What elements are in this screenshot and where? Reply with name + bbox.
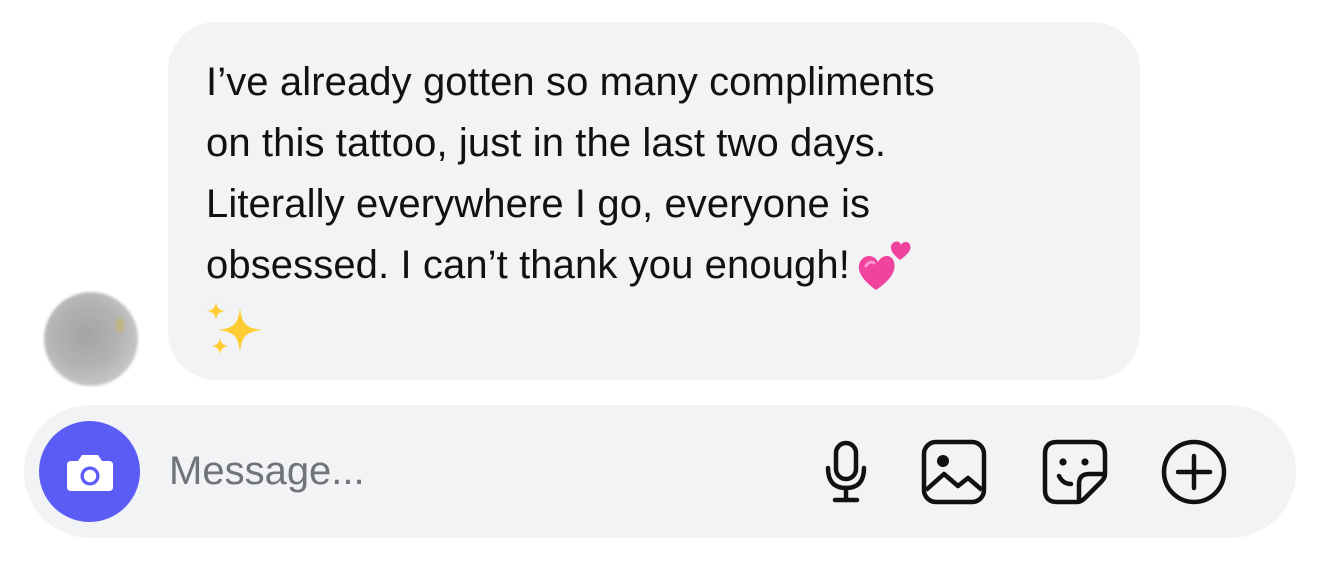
- message-line: Literally everywhere I go, everyone is: [206, 182, 871, 226]
- message-bubble[interactable]: I’ve already gotten so many compliments …: [168, 22, 1140, 380]
- message-line: obsessed. I can’t thank you enough!: [206, 235, 1106, 296]
- message-line: I’ve already gotten so many compliments: [206, 60, 935, 104]
- microphone-icon: [825, 440, 867, 503]
- sticker-icon: [1042, 439, 1108, 505]
- message-input[interactable]: [169, 441, 769, 501]
- gallery-icon: [921, 439, 987, 505]
- camera-icon: [66, 454, 113, 491]
- microphone-button[interactable]: [810, 436, 882, 508]
- message-line-text: obsessed. I can’t thank you enough!: [206, 243, 850, 287]
- plus-icon: [1161, 439, 1227, 505]
- add-button[interactable]: [1158, 436, 1230, 508]
- gallery-button[interactable]: [918, 436, 990, 508]
- chat-screen: I’ve already gotten so many compliments …: [0, 0, 1319, 584]
- sparkles-emoji: [207, 302, 262, 354]
- message-line: on this tattoo, just in the last two day…: [206, 121, 887, 165]
- two-hearts-emoji: [858, 241, 911, 290]
- message-text: I’ve already gotten so many compliments …: [206, 52, 1106, 358]
- camera-button[interactable]: [39, 421, 140, 522]
- avatar-blur-detail: [116, 318, 124, 332]
- sticker-button[interactable]: [1039, 436, 1111, 508]
- message-composer: [24, 405, 1296, 538]
- sender-avatar[interactable]: [44, 292, 138, 386]
